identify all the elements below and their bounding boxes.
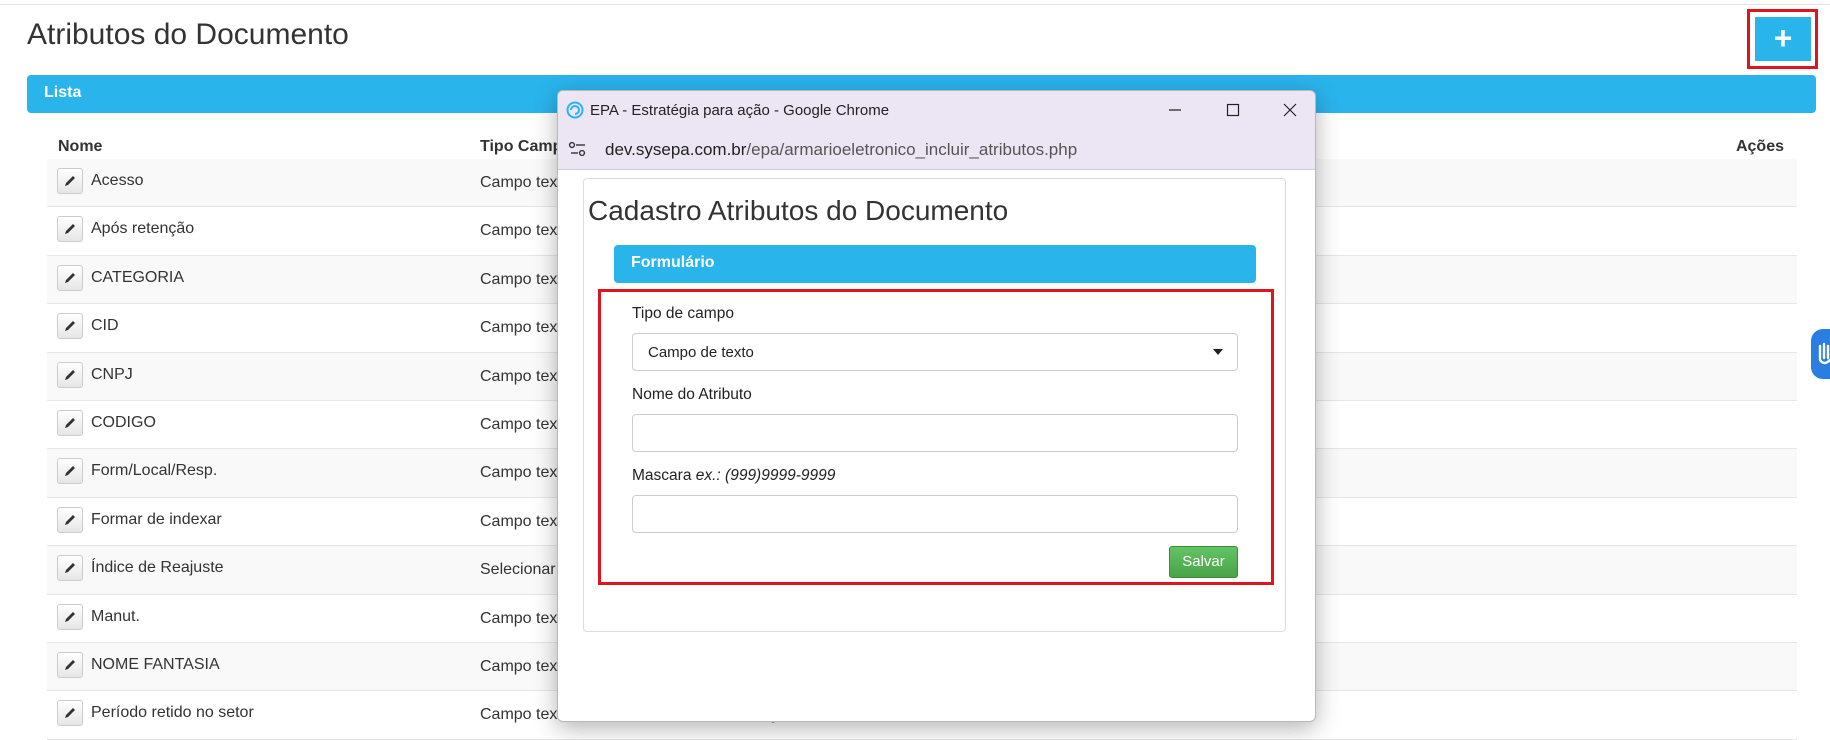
pencil-icon xyxy=(65,659,75,670)
edit-button[interactable] xyxy=(57,264,83,291)
modal-heading: Cadastro Atributos do Documento xyxy=(588,195,1009,226)
edit-button[interactable] xyxy=(57,458,83,485)
mask-label-text: Mascara xyxy=(632,467,692,484)
window-titlebar[interactable]: EPA - Estratégia para ação - Google Chro… xyxy=(558,91,1315,129)
add-attribute-button[interactable]: + xyxy=(1755,17,1811,61)
edit-button[interactable] xyxy=(57,361,83,388)
row-name: Índice de Reajuste xyxy=(91,559,224,577)
mask-label: Mascara ex.: (999)9999-9999 xyxy=(632,467,835,485)
edit-button[interactable] xyxy=(57,216,83,243)
edit-button[interactable] xyxy=(57,506,83,533)
edit-button[interactable] xyxy=(57,409,83,436)
attribute-name-label: Nome do Atributo xyxy=(632,386,752,403)
field-type-selected: Campo de texto xyxy=(648,344,754,361)
edit-button[interactable] xyxy=(57,651,83,678)
row-name: NOME FANTASIA xyxy=(91,655,220,673)
chrome-popup-window: EPA - Estratégia para ação - Google Chro… xyxy=(557,90,1316,722)
row-type: Selecionar xyxy=(480,561,556,579)
mask-input[interactable] xyxy=(632,495,1238,533)
accessibility-hand-icon[interactable] xyxy=(1811,329,1830,379)
window-title: EPA - Estratégia para ação - Google Chro… xyxy=(590,102,890,119)
row-name: Período retido no setor xyxy=(91,704,254,722)
url-host: dev.sysepa.com.br xyxy=(605,140,747,159)
mask-example: ex.: (999)9999-9999 xyxy=(695,467,836,484)
edit-button[interactable] xyxy=(57,168,83,194)
edit-button[interactable] xyxy=(57,603,83,630)
pencil-icon xyxy=(65,176,75,186)
column-actions-header: Ações xyxy=(1735,138,1784,155)
list-header-label: Lista xyxy=(44,84,82,101)
row-name: Formar de indexar xyxy=(91,510,222,528)
pencil-icon xyxy=(65,708,75,719)
site-settings-icon[interactable] xyxy=(568,141,588,162)
add-button-highlight: + xyxy=(1747,9,1818,69)
pencil-icon xyxy=(65,611,75,622)
row-name: CATEGORIA xyxy=(91,268,185,286)
row-name: Form/Local/Resp. xyxy=(91,462,218,480)
field-type-select[interactable]: Campo de texto xyxy=(632,333,1238,371)
form-header-label: Formulário xyxy=(631,254,715,271)
row-name: Após retenção xyxy=(91,220,195,238)
close-icon[interactable] xyxy=(1266,95,1314,125)
field-type-label: Tipo de campo xyxy=(632,305,734,322)
row-name: Manut. xyxy=(91,607,140,625)
url-text[interactable]: dev.sysepa.com.br/epa/armarioeletronico_… xyxy=(605,140,1077,160)
plus-icon: + xyxy=(1773,20,1793,56)
pencil-icon xyxy=(65,369,75,380)
pencil-icon xyxy=(65,321,75,332)
address-bar[interactable]: dev.sysepa.com.br/epa/armarioeletronico_… xyxy=(558,129,1315,170)
page-title: Atributos do Documento xyxy=(27,18,349,51)
pencil-icon xyxy=(65,466,75,477)
pencil-icon xyxy=(65,417,75,428)
attribute-name-input[interactable] xyxy=(632,414,1238,452)
edit-button[interactable] xyxy=(57,700,83,727)
pencil-icon xyxy=(65,563,75,574)
chrome-app-icon xyxy=(566,101,584,124)
form-header: Formulário xyxy=(614,245,1256,283)
save-button[interactable]: Salvar xyxy=(1169,546,1238,578)
row-name: Acesso xyxy=(91,172,144,189)
dropdown-caret-icon xyxy=(1213,349,1223,355)
row-name: CNPJ xyxy=(91,365,133,383)
row-name: CODIGO xyxy=(91,413,156,431)
pencil-icon xyxy=(65,224,75,235)
top-border xyxy=(0,0,1830,5)
edit-button[interactable] xyxy=(57,313,83,340)
url-path: /epa/armarioeletronico_incluir_atributos… xyxy=(746,140,1078,159)
maximize-icon[interactable] xyxy=(1209,95,1257,125)
minimize-icon[interactable] xyxy=(1151,95,1199,125)
row-name: CID xyxy=(91,317,119,335)
pencil-icon xyxy=(65,272,75,283)
column-name-header: Nome xyxy=(58,138,103,155)
pencil-icon xyxy=(65,514,75,525)
edit-button[interactable] xyxy=(57,555,83,582)
